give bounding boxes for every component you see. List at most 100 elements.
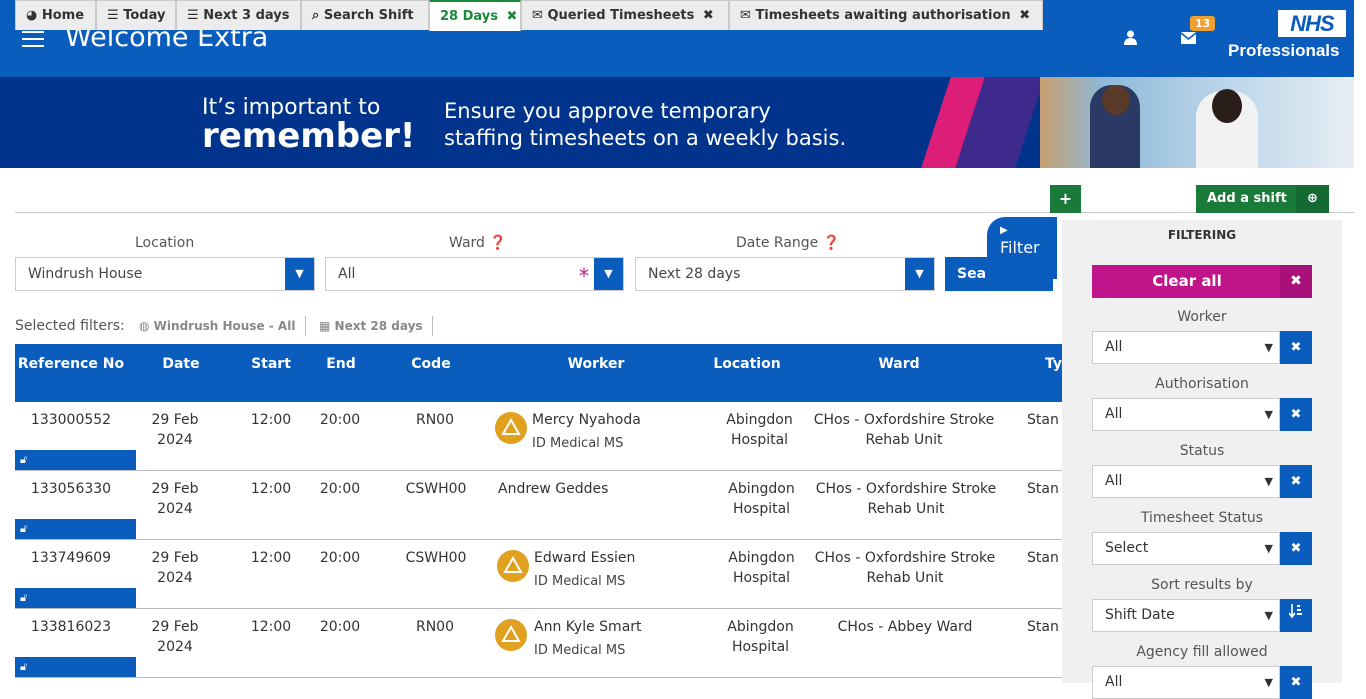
cell-worker-name[interactable]: Mercy Nyahoda [532, 410, 641, 430]
sort-order-button[interactable] [1280, 599, 1312, 632]
worker-filter-value: All [1105, 339, 1123, 355]
mail-icon[interactable] [1180, 30, 1197, 48]
cell-type: Stan [1027, 481, 1059, 497]
menu-icon[interactable] [22, 31, 44, 49]
filter-toggle-label: Filter [1000, 238, 1040, 257]
cell-ward: CHos - Oxfordshire Stroke Rehab Unit [814, 550, 996, 586]
help-icon[interactable]: ❓ [823, 235, 840, 251]
shifts-table-header: Reference No Date Start End Code Worker … [15, 344, 1062, 402]
cell-code: CSWH00 [405, 550, 467, 566]
agency-fill-filter-value: All [1105, 674, 1123, 690]
cell-ward: CHos - Abbey Ward [837, 619, 973, 635]
status-filter-clear-button[interactable]: ✖ [1280, 465, 1312, 498]
list-icon: ☰ [107, 8, 119, 23]
column-header-date[interactable]: Date [141, 354, 221, 374]
unlock-icon[interactable]: 🔓︎ [15, 657, 136, 677]
worker-filter-label: Worker [1177, 309, 1227, 325]
cell-code: CSWH00 [405, 481, 467, 497]
close-icon[interactable]: ✖ [1019, 8, 1030, 23]
column-header-worker[interactable]: Worker [536, 354, 656, 374]
table-row[interactable]: 133749609 29 Feb 2024 12:00 20:00 CSWH00… [15, 540, 1062, 609]
location-select[interactable]: Windrush House ▼ [15, 257, 315, 291]
cell-location: Abingdon Hospital [727, 619, 794, 655]
user-icon[interactable] [1124, 30, 1137, 49]
table-row[interactable]: 133056330 29 Feb 2024 12:00 20:00 CSWH00… [15, 471, 1062, 540]
sort-by-value: Shift Date [1105, 607, 1175, 623]
cell-worker-name[interactable]: Andrew Geddes [498, 479, 608, 499]
list-icon: ☰ [187, 8, 199, 23]
worker-filter-select[interactable]: All ▼ [1092, 331, 1280, 364]
cell-reference: 133056330 [30, 481, 112, 497]
table-row[interactable]: 133816023 29 Feb 2024 12:00 20:00 RN00 A… [15, 609, 1062, 678]
chevron-down-icon: ▼ [594, 258, 623, 290]
cell-reference: 133000552 [30, 412, 112, 428]
envelope-icon: ✉ [532, 8, 543, 23]
column-header-type[interactable]: Ty [1045, 354, 1062, 374]
cell-end: 20:00 [319, 550, 361, 566]
agency-worker-icon [495, 619, 527, 651]
authorisation-filter-value: All [1105, 406, 1123, 422]
column-header-end[interactable]: End [311, 354, 371, 374]
tab-divider [15, 212, 1354, 213]
cell-worker-name[interactable]: Edward Essien [534, 548, 635, 568]
unlock-icon[interactable]: 🔓︎ [15, 450, 136, 470]
filter-chip-date[interactable]: ▦ Next 28 days [319, 319, 423, 333]
authorisation-filter-clear-button[interactable]: ✖ [1280, 398, 1312, 431]
close-icon: ✖ [1280, 265, 1312, 298]
tab-next-3-days[interactable]: ☰ Next 3 days [176, 0, 301, 30]
filtering-title: FILTERING [1167, 228, 1237, 242]
tab-search-shift[interactable]: ⌕ Search Shift [301, 0, 429, 30]
timesheet-status-filter-select[interactable]: Select ▼ [1092, 532, 1280, 565]
required-icon: * [579, 264, 589, 288]
column-header-ward[interactable]: Ward [849, 354, 949, 374]
column-header-start[interactable]: Start [241, 354, 301, 374]
unlock-icon[interactable]: 🔓︎ [15, 588, 136, 608]
column-header-code[interactable]: Code [391, 354, 471, 374]
timesheet-status-filter-clear-button[interactable]: ✖ [1280, 532, 1312, 565]
close-icon[interactable]: ✖ [507, 9, 518, 24]
add-tab-button[interactable]: + [1050, 185, 1081, 213]
caret-down-icon: ▼ [1264, 341, 1273, 354]
column-header-reference[interactable]: Reference No [15, 354, 127, 374]
tab-28-days[interactable]: 28 Days ✖ [429, 0, 521, 31]
cell-start: 12:00 [250, 550, 292, 566]
help-icon[interactable]: ❓ [489, 235, 506, 251]
page-scrollbar[interactable] [1354, 0, 1366, 683]
worker-filter-clear-button[interactable]: ✖ [1280, 331, 1312, 364]
tab-today[interactable]: ☰ Today [96, 0, 176, 30]
clear-all-button[interactable]: Clear all ✖ [1092, 265, 1312, 298]
status-filter-select[interactable]: All ▼ [1092, 465, 1280, 498]
unlock-icon[interactable]: 🔓︎ [15, 519, 136, 539]
cell-date: 29 Feb 2024 [151, 619, 199, 655]
status-filter-label: Status [1179, 443, 1225, 459]
filter-chip-label: Next 28 days [334, 319, 423, 333]
tab-home[interactable]: ◕ Home [15, 0, 96, 30]
date-range-value: Next 28 days [648, 266, 741, 282]
close-icon[interactable]: ✖ [703, 8, 714, 23]
cell-worker-name[interactable]: Ann Kyle Smart [534, 617, 642, 637]
agency-worker-icon [495, 412, 527, 444]
cell-date: 29 Feb 2024 [151, 412, 199, 448]
table-row[interactable]: 133000552 29 Feb 2024 12:00 20:00 RN00 M… [15, 402, 1062, 471]
sort-icon [1288, 604, 1302, 619]
tab-queried-timesheets[interactable]: ✉ Queried Timesheets ✖ [521, 0, 729, 30]
caret-down-icon: ▼ [1264, 609, 1273, 622]
tab-timesheets-awaiting-authorisation[interactable]: ✉ Timesheets awaiting authorisation ✖ [729, 0, 1043, 30]
filter-chip-location[interactable]: ◍ Windrush House - All [139, 319, 295, 333]
add-shift-button[interactable]: Add a shift ⊕ [1196, 185, 1329, 213]
location-label: Location [135, 235, 195, 251]
ward-select[interactable]: All * ▼ [325, 257, 624, 291]
envelope-icon: ✉ [740, 8, 751, 23]
agency-fill-filter-label: Agency fill allowed [1136, 644, 1268, 660]
cell-type: Stan [1027, 550, 1059, 566]
filter-chip-label: Windrush House - All [153, 319, 296, 333]
filter-toggle-button[interactable]: ▶ Filter [987, 217, 1057, 279]
clear-all-label: Clear all [1152, 272, 1222, 290]
calendar-icon: ▦ [319, 319, 331, 333]
cell-start: 12:00 [250, 481, 292, 497]
date-range-select[interactable]: Next 28 days ▼ [635, 257, 935, 291]
caret-down-icon: ▼ [1264, 475, 1273, 488]
authorisation-filter-select[interactable]: All ▼ [1092, 398, 1280, 431]
column-header-location[interactable]: Location [697, 354, 797, 374]
sort-by-select[interactable]: Shift Date ▼ [1092, 599, 1280, 632]
